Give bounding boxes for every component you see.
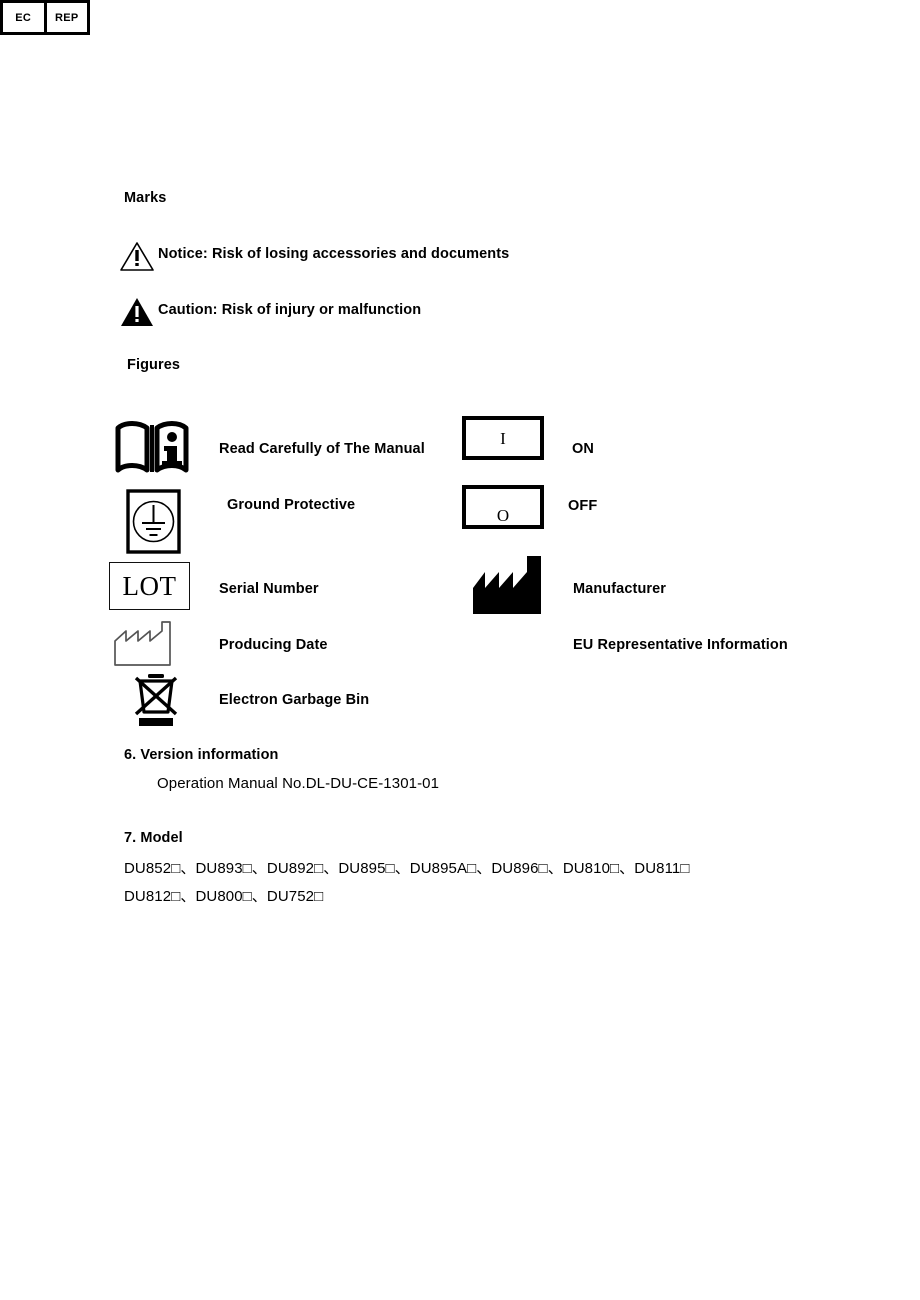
ground-protective-label: Ground Protective bbox=[227, 497, 356, 513]
warning-triangle-filled-icon bbox=[120, 297, 154, 327]
model-heading: 7. Model bbox=[124, 830, 183, 846]
power-on-box-icon: I bbox=[462, 416, 544, 460]
model-list-line-1: DU852□、DU893□、DU892□、DU895□、DU895A□、DU89… bbox=[124, 860, 690, 877]
producing-date-label: Producing Date bbox=[219, 637, 328, 653]
figures-heading: Figures bbox=[127, 357, 181, 373]
manufacturer-factory-icon bbox=[471, 554, 551, 616]
power-off-box-icon: O bbox=[462, 485, 544, 529]
model-list-line-2: DU812□、DU800□、DU752□ bbox=[124, 888, 324, 905]
marks-heading: Marks bbox=[124, 190, 167, 206]
eu-representative-label: EU Representative Information bbox=[573, 637, 788, 653]
serial-number-label: Serial Number bbox=[219, 581, 319, 597]
version-information-heading: 6. Version information bbox=[124, 747, 279, 763]
electron-garbage-bin-label: Electron Garbage Bin bbox=[219, 692, 370, 708]
manufacturer-label: Manufacturer bbox=[573, 581, 667, 597]
weee-crossed-bin-icon bbox=[130, 672, 182, 728]
protective-earth-icon bbox=[126, 489, 181, 554]
caution-mark-label: Caution: Risk of injury or malfunction bbox=[158, 302, 422, 318]
rep-text: REP bbox=[43, 3, 88, 32]
read-manual-label: Read Carefully of The Manual bbox=[219, 441, 425, 457]
factory-outline-icon bbox=[112, 618, 184, 668]
warning-triangle-outline-icon bbox=[120, 241, 154, 271]
power-on-glyph: I bbox=[500, 429, 506, 448]
document-page: Marks Notice: Risk of losing accessories… bbox=[0, 0, 920, 1300]
operation-manual-number: Operation Manual No.DL-DU-CE-1301-01 bbox=[157, 775, 440, 792]
on-label: ON bbox=[572, 441, 594, 457]
power-off-glyph: O bbox=[496, 506, 510, 525]
lot-icon: LOT bbox=[109, 562, 190, 610]
notice-mark-label: Notice: Risk of losing accessories and d… bbox=[158, 246, 510, 262]
read-manual-icon bbox=[115, 420, 189, 478]
ec-text: EC bbox=[15, 11, 32, 24]
ec-rep-box-icon: EC REP bbox=[0, 0, 90, 35]
lot-icon-text: LOT bbox=[122, 570, 177, 601]
off-label: OFF bbox=[568, 498, 598, 514]
